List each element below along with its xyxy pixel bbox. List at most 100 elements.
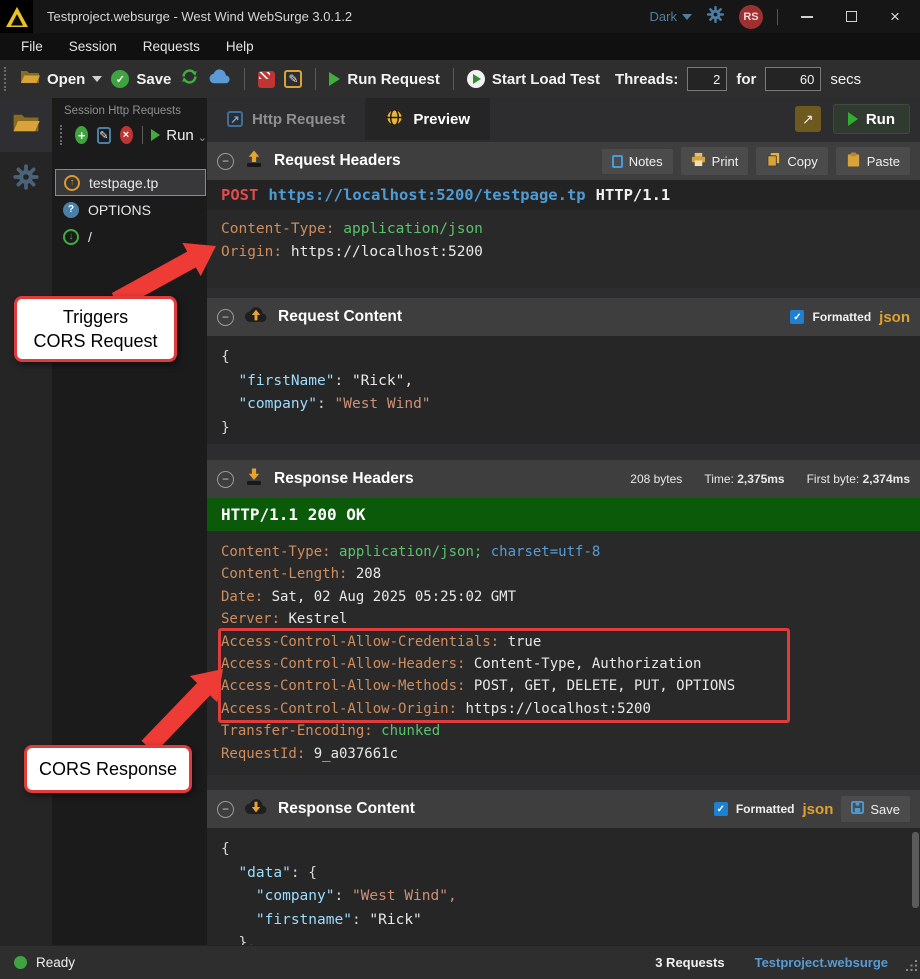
refresh-icon[interactable]: [180, 67, 199, 91]
run-button[interactable]: Run: [833, 104, 910, 134]
session-run-label: Run: [166, 127, 194, 144]
request-headers-bar: − Request Headers Notes Print Copy Paste: [207, 142, 920, 180]
collapse-icon[interactable]: −: [217, 471, 234, 488]
list-item-options[interactable]: ? OPTIONS: [55, 196, 206, 223]
json-logo: json: [879, 309, 910, 326]
maximize-button[interactable]: [836, 5, 866, 29]
header-line: Origin: https://localhost:5200: [221, 241, 920, 264]
json-line: {: [221, 346, 920, 370]
callout-text: CORS Request: [33, 329, 157, 353]
start-load-test-label: Start Load Test: [492, 71, 600, 88]
duration-input[interactable]: [765, 67, 821, 91]
print-button[interactable]: Print: [681, 147, 749, 175]
section-title: Response Content: [278, 800, 415, 818]
menu-file[interactable]: File: [10, 35, 54, 58]
notes-button[interactable]: Notes: [602, 149, 673, 174]
folder-open-icon: [20, 69, 40, 89]
response-headers-bar: − Response Headers 208 bytes Time: 2,375…: [207, 460, 920, 498]
save-label: Save: [136, 71, 171, 88]
copy-label: Copy: [787, 154, 817, 169]
collapse-icon[interactable]: −: [217, 309, 234, 326]
resize-grip-icon[interactable]: [906, 959, 918, 977]
theme-selector[interactable]: Dark: [650, 9, 692, 24]
toolbar-separator: [315, 68, 316, 90]
capture-icon[interactable]: [258, 71, 275, 88]
json-line: "data": {: [221, 862, 920, 886]
minimize-button[interactable]: [792, 5, 822, 29]
project-link[interactable]: Testproject.websurge: [755, 955, 888, 970]
tab-label: Http Request: [252, 111, 345, 128]
delete-request-button[interactable]: ×: [120, 126, 133, 144]
collapse-icon[interactable]: −: [217, 801, 234, 818]
add-request-button[interactable]: +: [75, 126, 88, 144]
request-list: ↑ testpage.tp ? OPTIONS ↓ /: [52, 169, 207, 250]
json-line: "company": "West Wind": [221, 393, 920, 417]
play-icon: [329, 72, 340, 86]
cloud-icon[interactable]: [208, 69, 231, 89]
callout-text: Triggers: [63, 305, 128, 329]
paste-button[interactable]: Paste: [836, 147, 910, 175]
upload-circle-icon: ↑: [64, 175, 80, 191]
tab-http-request[interactable]: ↗ Http Request: [207, 98, 365, 140]
tab-preview[interactable]: Preview: [365, 98, 490, 140]
edit-request-button[interactable]: ✎: [97, 127, 110, 144]
json-line: }: [221, 417, 920, 441]
close-button[interactable]: ×: [880, 5, 910, 29]
panel-grip[interactable]: [60, 125, 64, 145]
print-label: Print: [712, 154, 739, 169]
toolbar-grip[interactable]: [4, 67, 9, 91]
folder-open-icon: [12, 112, 40, 139]
settings-gear-icon[interactable]: [706, 5, 725, 29]
panel-separator: [142, 126, 143, 144]
start-load-test-button[interactable]: Start Load Test: [467, 70, 600, 88]
open-button[interactable]: Open: [20, 69, 102, 89]
formatted-label: Formatted: [812, 310, 871, 324]
response-time: Time: 2,375ms: [704, 472, 784, 486]
chevron-down-icon: ⌄: [198, 131, 207, 144]
run-request-button[interactable]: Run Request: [329, 71, 440, 88]
header-line: Content-Length: 208: [221, 563, 920, 585]
popout-button[interactable]: ↗: [795, 106, 821, 132]
scrollbar-thumb[interactable]: [912, 832, 919, 908]
threads-input[interactable]: [687, 67, 727, 91]
status-ready-icon: [14, 956, 27, 969]
request-content-bar: − Request Content ✓ Formatted json: [207, 298, 920, 336]
menu-requests[interactable]: Requests: [132, 35, 211, 58]
menu-bar: File Session Requests Help: [0, 33, 920, 60]
header-line: RequestId: 9_a037661c: [221, 743, 920, 765]
copy-button[interactable]: Copy: [756, 147, 827, 175]
json-line: {: [221, 838, 920, 862]
edit-pencil-icon[interactable]: ✎: [284, 70, 302, 88]
user-avatar[interactable]: RS: [739, 5, 763, 29]
status-ready-label: Ready: [36, 955, 75, 970]
notes-label: Notes: [629, 154, 663, 169]
json-line: "company": "West Wind",: [221, 885, 920, 909]
run-request-label: Run Request: [347, 71, 440, 88]
external-link-icon: ↗: [227, 111, 243, 127]
settings-tab[interactable]: [0, 152, 52, 206]
formatted-checkbox[interactable]: ✓: [790, 310, 804, 324]
question-circle-icon: ?: [63, 202, 79, 218]
formatted-checkbox[interactable]: ✓: [714, 802, 728, 816]
list-item-root[interactable]: ↓ /: [55, 223, 206, 250]
sessions-folder-tab[interactable]: [0, 98, 52, 152]
list-item-testpage[interactable]: ↑ testpage.tp: [55, 169, 206, 196]
globe-icon: [385, 108, 404, 131]
cloud-upload-icon: [244, 306, 268, 328]
session-run-button[interactable]: Run ⌄: [151, 127, 207, 144]
save-response-button[interactable]: Save: [841, 796, 910, 822]
cors-response-callout: CORS Response: [24, 745, 192, 793]
gear-icon: [12, 163, 40, 196]
header-line: Content-Type: application/json; charset=…: [221, 541, 920, 563]
request-headers-content: Content-Type: application/json Origin: h…: [207, 210, 920, 288]
toolbar-separator: [244, 68, 245, 90]
menu-session[interactable]: Session: [58, 35, 128, 58]
circle-play-icon: [467, 70, 485, 88]
list-item-label: /: [88, 229, 92, 245]
json-line: "firstName": "Rick",: [221, 370, 920, 394]
menu-help[interactable]: Help: [215, 35, 265, 58]
collapse-icon[interactable]: −: [217, 153, 234, 170]
list-item-label: OPTIONS: [88, 202, 151, 218]
save-button[interactable]: ✓ Save: [111, 70, 171, 88]
request-url: https://localhost:5200/testpage.tp: [268, 186, 585, 204]
